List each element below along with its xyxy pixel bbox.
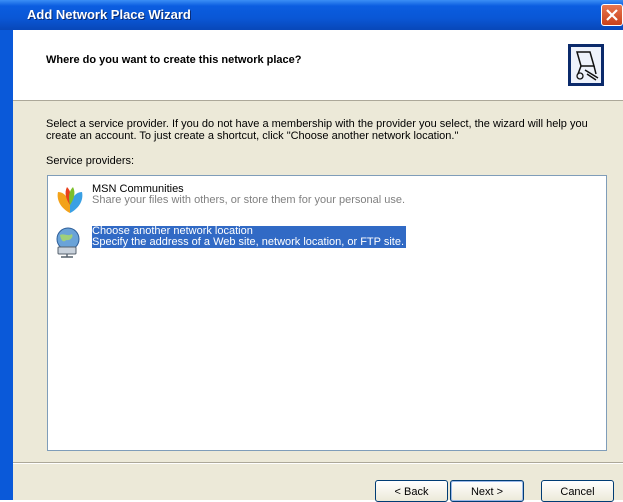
provider-subtitle: Share your files with others, or store t…	[92, 194, 406, 206]
msn-butterfly-icon	[57, 187, 83, 213]
wizard-window: Add Network Place Wizard Where do you wa…	[0, 0, 623, 502]
wizard-content: Where do you want to create this network…	[13, 30, 623, 502]
service-providers-label: Service providers:	[46, 155, 135, 167]
network-globe-icon	[56, 227, 80, 258]
provider-subtitle: Specify the address of a Web site, netwo…	[92, 236, 405, 248]
provider-item-msn-communities[interactable]: MSN Communities Share your files with ot…	[48, 181, 608, 219]
wizard-header: Where do you want to create this network…	[13, 30, 623, 101]
page-title: Where do you want to create this network…	[46, 54, 302, 66]
next-button[interactable]: Next >	[450, 480, 524, 502]
window-frame-left	[0, 30, 13, 500]
window-title: Add Network Place Wizard	[27, 7, 191, 22]
title-bar[interactable]: Add Network Place Wizard	[0, 0, 623, 30]
cancel-button[interactable]: Cancel	[541, 480, 614, 502]
provider-item-choose-another-location[interactable]: Choose another network location Specify …	[48, 223, 608, 261]
back-button[interactable]: < Back	[375, 480, 448, 502]
footer-divider	[13, 462, 623, 464]
close-button[interactable]	[601, 4, 623, 26]
provider-text: Choose another network location Specify …	[92, 226, 407, 248]
service-providers-list[interactable]: MSN Communities Share your files with ot…	[47, 175, 607, 451]
provider-text: MSN Communities Share your files with ot…	[92, 184, 405, 206]
close-icon	[606, 9, 618, 21]
instructions-text: Select a service provider. If you do not…	[46, 118, 588, 142]
network-place-icon	[568, 44, 604, 86]
wizard-body: Select a service provider. If you do not…	[13, 102, 623, 462]
